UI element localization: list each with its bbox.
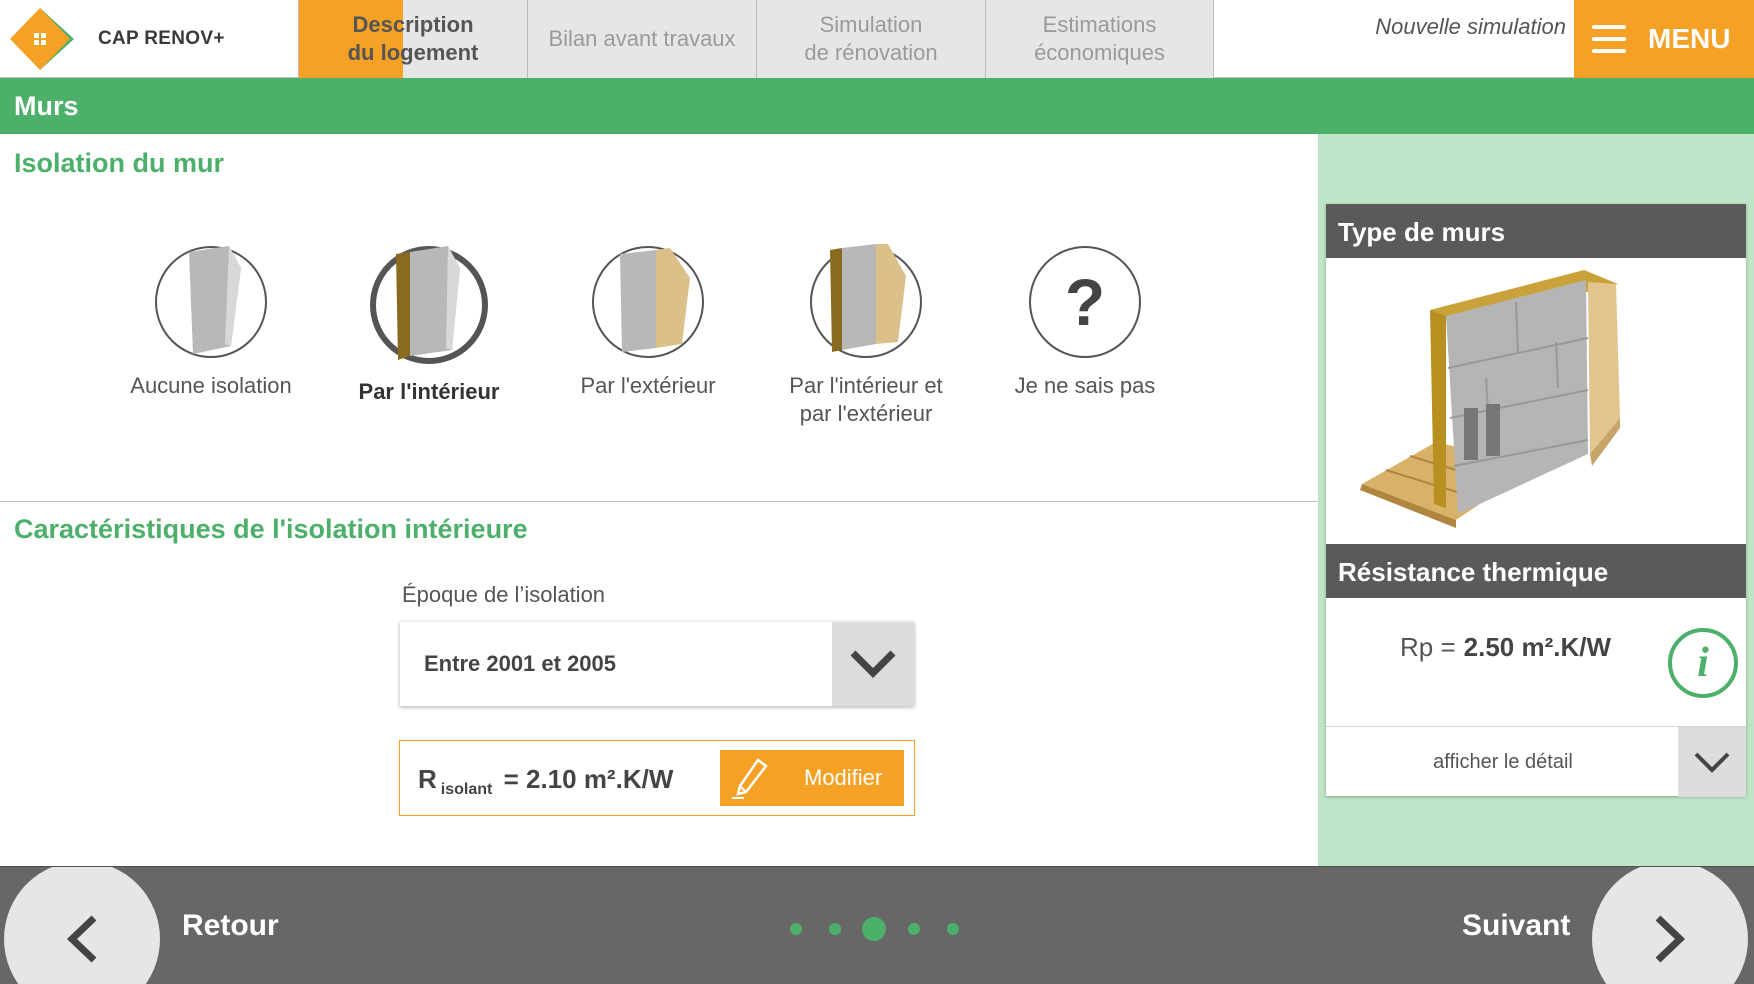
app-logo[interactable]: CAP RENOV+ bbox=[10, 6, 290, 72]
tab-description-logement[interactable]: Description du logement bbox=[298, 0, 527, 78]
house-logo-icon bbox=[10, 8, 74, 70]
next-button[interactable] bbox=[1592, 867, 1748, 984]
option-label: Je ne sais pas bbox=[1014, 373, 1156, 398]
option-label: Par l'intérieur et par l'extérieur bbox=[789, 373, 943, 426]
modify-button[interactable]: Modifier bbox=[720, 750, 904, 806]
epoque-select[interactable]: Entre 2001 et 2005 bbox=[400, 622, 914, 706]
page-dot[interactable] bbox=[790, 923, 802, 935]
hamburger-icon bbox=[1592, 25, 1626, 53]
section-title: Murs bbox=[0, 78, 1754, 134]
pencil-icon bbox=[732, 758, 768, 799]
tab-bilan-avant-travaux[interactable]: Bilan avant travaux bbox=[527, 0, 756, 78]
wall-type-illustration bbox=[1326, 258, 1746, 544]
option-label: Aucune isolation bbox=[130, 373, 292, 398]
chevron-left-icon bbox=[66, 915, 97, 963]
show-detail-toggle[interactable]: afficher le détail bbox=[1326, 726, 1746, 797]
show-detail-label: afficher le détail bbox=[1433, 751, 1573, 773]
modify-label: Modifier bbox=[804, 765, 883, 790]
chevron-down-icon[interactable] bbox=[832, 622, 914, 706]
wall-exterior-insulation-icon bbox=[620, 248, 690, 352]
option-ring bbox=[810, 244, 922, 358]
r-isolant-box: Risolant = 2.10 m².K/W Modifier bbox=[399, 740, 915, 816]
page-dot[interactable] bbox=[947, 923, 959, 935]
page-dot[interactable] bbox=[908, 923, 920, 935]
characteristics-title: Caractéristiques de l'isolation intérieu… bbox=[14, 514, 528, 544]
tab-simulation-renovation[interactable]: Simulation de rénovation bbox=[756, 0, 985, 78]
isolation-title: Isolation du mur bbox=[14, 148, 225, 178]
page-indicator bbox=[790, 917, 959, 941]
main-panel: Isolation du mur Aucune isolation Par l'… bbox=[0, 134, 1318, 866]
option-label: Par l'intérieur bbox=[358, 379, 500, 404]
option-par-exterieur[interactable]: Par l'extérieur bbox=[543, 246, 753, 400]
page-dot-current[interactable] bbox=[862, 917, 886, 941]
tab-label: Bilan avant travaux bbox=[548, 26, 736, 51]
bottom-navigation: Retour Suivant bbox=[0, 866, 1754, 984]
wall-interior-insulation-icon bbox=[396, 246, 460, 360]
right-sidebar: Type de murs Résistance thermique Rp = 2… bbox=[1318, 134, 1754, 866]
tab-label: Estimations économiques bbox=[1034, 12, 1165, 65]
wall-no-insulation-icon bbox=[189, 246, 241, 354]
option-par-interieur[interactable]: Par l'intérieur bbox=[324, 246, 534, 406]
new-simulation-link[interactable]: Nouvelle simulation bbox=[1310, 14, 1566, 40]
tab-label: Description du logement bbox=[347, 12, 479, 65]
info-icon[interactable]: i bbox=[1668, 628, 1738, 698]
option-label: Par l'extérieur bbox=[580, 373, 716, 398]
r-isolant-value: Risolant = 2.10 m².K/W bbox=[418, 764, 674, 798]
isolation-options: Aucune isolation Par l'intérieur Par l'e… bbox=[100, 244, 1200, 466]
chevron-right-icon bbox=[1655, 915, 1686, 963]
page-dot[interactable] bbox=[829, 923, 841, 935]
top-bar: CAP RENOV+ Description du logement Bilan… bbox=[0, 0, 1754, 78]
epoque-select-value: Entre 2001 et 2005 bbox=[424, 651, 617, 676]
wall-section-image bbox=[1360, 270, 1620, 528]
option-ring bbox=[370, 246, 488, 364]
type-murs-title: Type de murs bbox=[1326, 204, 1746, 258]
option-ring bbox=[592, 246, 704, 358]
tab-label: Simulation de rénovation bbox=[804, 12, 938, 65]
rp-row: Rp = 2.50 m².K/W i bbox=[1326, 598, 1746, 726]
tab-estimations-economiques[interactable]: Estimations économiques bbox=[985, 0, 1214, 78]
option-je-ne-sais-pas[interactable]: ? Je ne sais pas bbox=[980, 246, 1190, 400]
wall-double-insulation-icon bbox=[830, 244, 906, 352]
question-mark-icon: ? bbox=[1064, 265, 1106, 339]
chevron-down-icon[interactable] bbox=[1678, 727, 1746, 797]
wall-info-card: Type de murs Résistance thermique Rp = 2… bbox=[1326, 204, 1746, 797]
menu-button[interactable]: MENU bbox=[1574, 0, 1754, 78]
epoque-label: Époque de l’isolation bbox=[402, 582, 606, 607]
app-name: CAP RENOV+ bbox=[98, 28, 225, 49]
section-divider bbox=[0, 501, 1318, 502]
menu-label: MENU bbox=[1648, 23, 1731, 54]
back-label[interactable]: Retour bbox=[182, 867, 279, 984]
option-ring: ? bbox=[1029, 246, 1141, 358]
rp-value: Rp = 2.50 m².K/W bbox=[1400, 632, 1612, 662]
next-label[interactable]: Suivant bbox=[1462, 867, 1570, 984]
app-root: CAP RENOV+ Description du logement Bilan… bbox=[0, 0, 1754, 984]
option-aucune-isolation[interactable]: Aucune isolation bbox=[106, 246, 316, 400]
option-interieur-et-exterieur[interactable]: Par l'intérieur et par l'extérieur bbox=[761, 244, 971, 428]
back-button[interactable] bbox=[4, 867, 160, 984]
option-ring bbox=[155, 246, 267, 358]
resistance-title: Résistance thermique bbox=[1326, 544, 1746, 598]
